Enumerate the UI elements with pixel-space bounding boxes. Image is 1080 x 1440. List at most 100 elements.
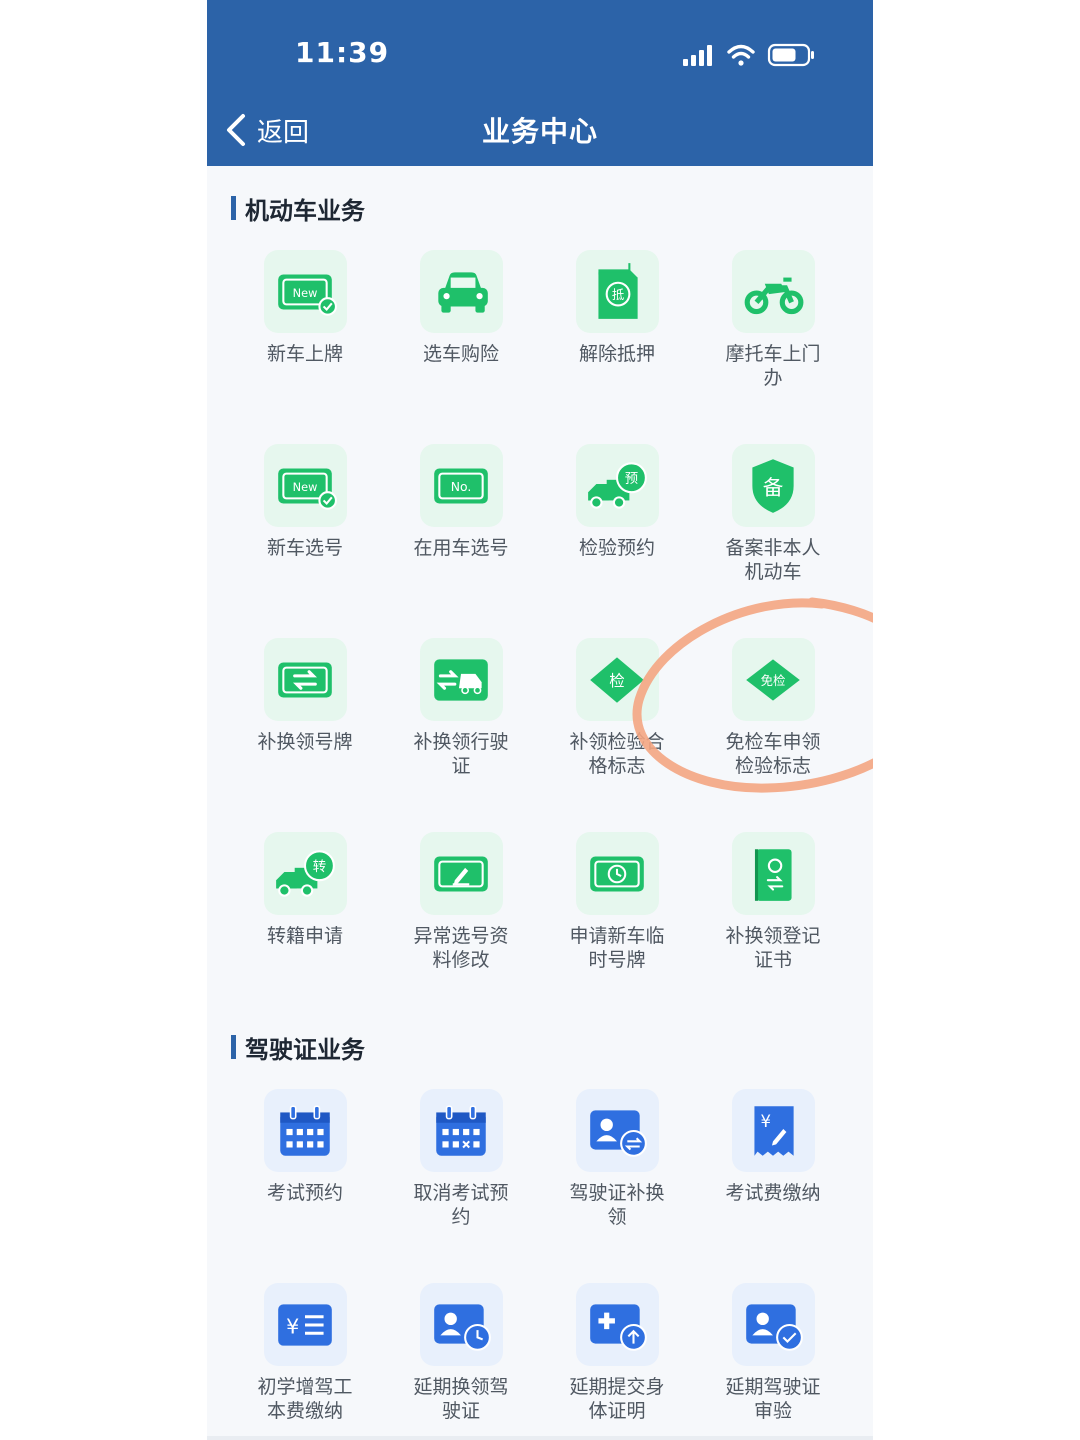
license-exchange-icon xyxy=(575,1089,659,1172)
section-title-text: 机动车业务 xyxy=(245,196,365,225)
svg-text:抵: 抵 xyxy=(612,288,624,302)
service-item-label: 申请新车临 时号牌 xyxy=(569,925,665,971)
service-item[interactable]: ¥ 考试费缴纳 xyxy=(695,1089,851,1283)
service-item-label: 考试费缴纳 xyxy=(725,1182,821,1204)
service-item-label: 新车选号 xyxy=(266,537,343,559)
new-plate-icon: New xyxy=(263,250,347,333)
service-item-label: 在用车选号 xyxy=(413,537,509,559)
truck-transfer-icon: 转 xyxy=(263,832,347,915)
service-item[interactable]: 补换领登记 证书 xyxy=(695,832,851,1026)
section-title-license: 驾驶证业务 xyxy=(231,1032,365,1064)
plate-exchange-icon xyxy=(263,638,347,721)
nav-header: 11:39 返回 业务中心 xyxy=(207,0,873,166)
svg-text:转: 转 xyxy=(313,858,326,874)
svg-text:New: New xyxy=(293,480,318,494)
service-item[interactable]: 申请新车临 时号牌 xyxy=(539,832,695,1026)
service-item-label: 备案非本人 机动车 xyxy=(725,537,821,583)
service-item[interactable]: 抵解除抵押 xyxy=(539,250,695,444)
vehicle-exchange-icon xyxy=(419,638,503,721)
battery-icon xyxy=(767,43,814,67)
svg-text:预: 预 xyxy=(625,470,638,486)
no-plate-icon: No. xyxy=(419,444,503,527)
service-item-label: 延期提交身 体证明 xyxy=(569,1376,665,1422)
service-item[interactable]: New 新车选号 xyxy=(227,444,383,638)
service-item-label: 延期换领驾 驶证 xyxy=(413,1376,509,1422)
car-icon xyxy=(419,250,503,333)
service-item[interactable]: 免检免检车申领 检验标志 xyxy=(695,638,851,832)
service-item[interactable]: 摩托车上门办 xyxy=(695,250,851,444)
section-accent-bar xyxy=(231,1035,236,1059)
service-item[interactable]: ¥ 初学增驾工 本费缴纳 xyxy=(227,1283,383,1440)
section-title-text: 驾驶证业务 xyxy=(245,1035,365,1064)
service-item[interactable]: 延期驾驶证 审验 xyxy=(695,1283,851,1440)
service-item-label: 初学增驾工 本费缴纳 xyxy=(257,1376,353,1422)
service-item-label: 选车购险 xyxy=(422,343,499,365)
service-item-label: 转籍申请 xyxy=(266,925,343,947)
status-icons xyxy=(683,43,814,67)
service-item[interactable]: 补换领行驶证 xyxy=(383,638,539,832)
shield-icon: 备 xyxy=(731,444,815,527)
svg-text:¥: ¥ xyxy=(761,1111,772,1130)
wifi-icon xyxy=(727,44,755,66)
medical-upload-icon xyxy=(575,1283,659,1366)
service-item-label: 补换领登记 证书 xyxy=(725,925,821,971)
svg-text:检: 检 xyxy=(609,672,624,690)
license-clock-icon xyxy=(419,1283,503,1366)
service-item[interactable]: 考试预约 xyxy=(227,1089,383,1283)
service-item-label: 摩托车上门办 xyxy=(725,343,821,389)
svg-text:No.: No. xyxy=(451,480,472,494)
service-item-label: 新车上牌 xyxy=(266,343,343,365)
mortgage-release-icon: 抵 xyxy=(575,250,659,333)
bottom-divider xyxy=(207,1436,873,1440)
svg-text:New: New xyxy=(293,286,318,300)
page-title: 业务中心 xyxy=(481,115,598,148)
plate-clock-icon xyxy=(575,832,659,915)
service-item[interactable]: 转转籍申请 xyxy=(227,832,383,1026)
service-item-label: 解除抵押 xyxy=(578,343,655,365)
service-item[interactable]: 选车购险 xyxy=(383,250,539,444)
service-item[interactable]: 预检验预约 xyxy=(539,444,695,638)
inspection-diamond-icon: 检 xyxy=(575,638,659,721)
service-item-label: 异常选号资 料修改 xyxy=(413,925,509,971)
certificate-icon xyxy=(731,832,815,915)
calendar-cancel-icon xyxy=(419,1089,503,1172)
service-item-label: 补换领行驶证 xyxy=(413,731,509,777)
status-time: 11:39 xyxy=(295,36,390,69)
exempt-diamond-icon: 免检 xyxy=(731,638,815,721)
service-item[interactable]: No. 在用车选号 xyxy=(383,444,539,638)
service-item[interactable]: 备备案非本人 机动车 xyxy=(695,444,851,638)
license-service-grid: 考试预约 取消考试预约 驾驶证补换领 ¥ 考试费缴纳 ¥ 初学增驾工 本费缴纳 延期换领驾 驶证 延… xyxy=(227,1089,853,1440)
truck-reserve-icon: 预 xyxy=(575,444,659,527)
service-item[interactable]: 取消考试预约 xyxy=(383,1089,539,1283)
service-item[interactable]: New 新车上牌 xyxy=(227,250,383,444)
vehicle-service-grid: New 新车上牌 选车购险抵解除抵押 摩托车上门办 New 新车选号 No. 在用车选号预检验… xyxy=(227,250,853,1026)
service-item-label: 补换领号牌 xyxy=(257,731,353,753)
license-check-icon xyxy=(731,1283,815,1366)
service-item[interactable]: 检补领检验合 格标志 xyxy=(539,638,695,832)
service-item-label: 补领检验合 格标志 xyxy=(569,731,665,777)
signal-icon xyxy=(683,45,712,66)
service-item-label: 取消考试预约 xyxy=(413,1182,509,1228)
plate-edit-icon xyxy=(419,832,503,915)
service-item[interactable]: 延期提交身 体证明 xyxy=(539,1283,695,1440)
svg-text:备: 备 xyxy=(763,475,784,499)
service-item[interactable]: 补换领号牌 xyxy=(227,638,383,832)
service-item[interactable]: 驾驶证补换领 xyxy=(539,1089,695,1283)
motorcycle-icon xyxy=(731,250,815,333)
yuan-list-icon: ¥ xyxy=(263,1283,347,1366)
new-plate-icon: New xyxy=(263,444,347,527)
calendar-icon xyxy=(263,1089,347,1172)
section-accent-bar xyxy=(231,196,236,220)
app-screen: 11:39 返回 业务中心 机动车业务 New 新车上牌 选车购险 抵 解除抵押… xyxy=(207,0,873,1440)
fee-receipt-icon: ¥ xyxy=(731,1089,815,1172)
service-item-label: 延期驾驶证 审验 xyxy=(725,1376,821,1422)
service-item-label: 免检车申领 检验标志 xyxy=(725,731,821,777)
svg-text:¥: ¥ xyxy=(286,1314,299,1338)
svg-text:免检: 免检 xyxy=(761,673,786,688)
service-item[interactable]: 异常选号资 料修改 xyxy=(383,832,539,1026)
service-item-label: 驾驶证补换领 xyxy=(569,1182,665,1228)
service-item-label: 考试预约 xyxy=(266,1182,343,1204)
section-title-vehicle: 机动车业务 xyxy=(231,193,365,225)
service-item-label: 检验预约 xyxy=(578,537,655,559)
service-item[interactable]: 延期换领驾 驶证 xyxy=(383,1283,539,1440)
